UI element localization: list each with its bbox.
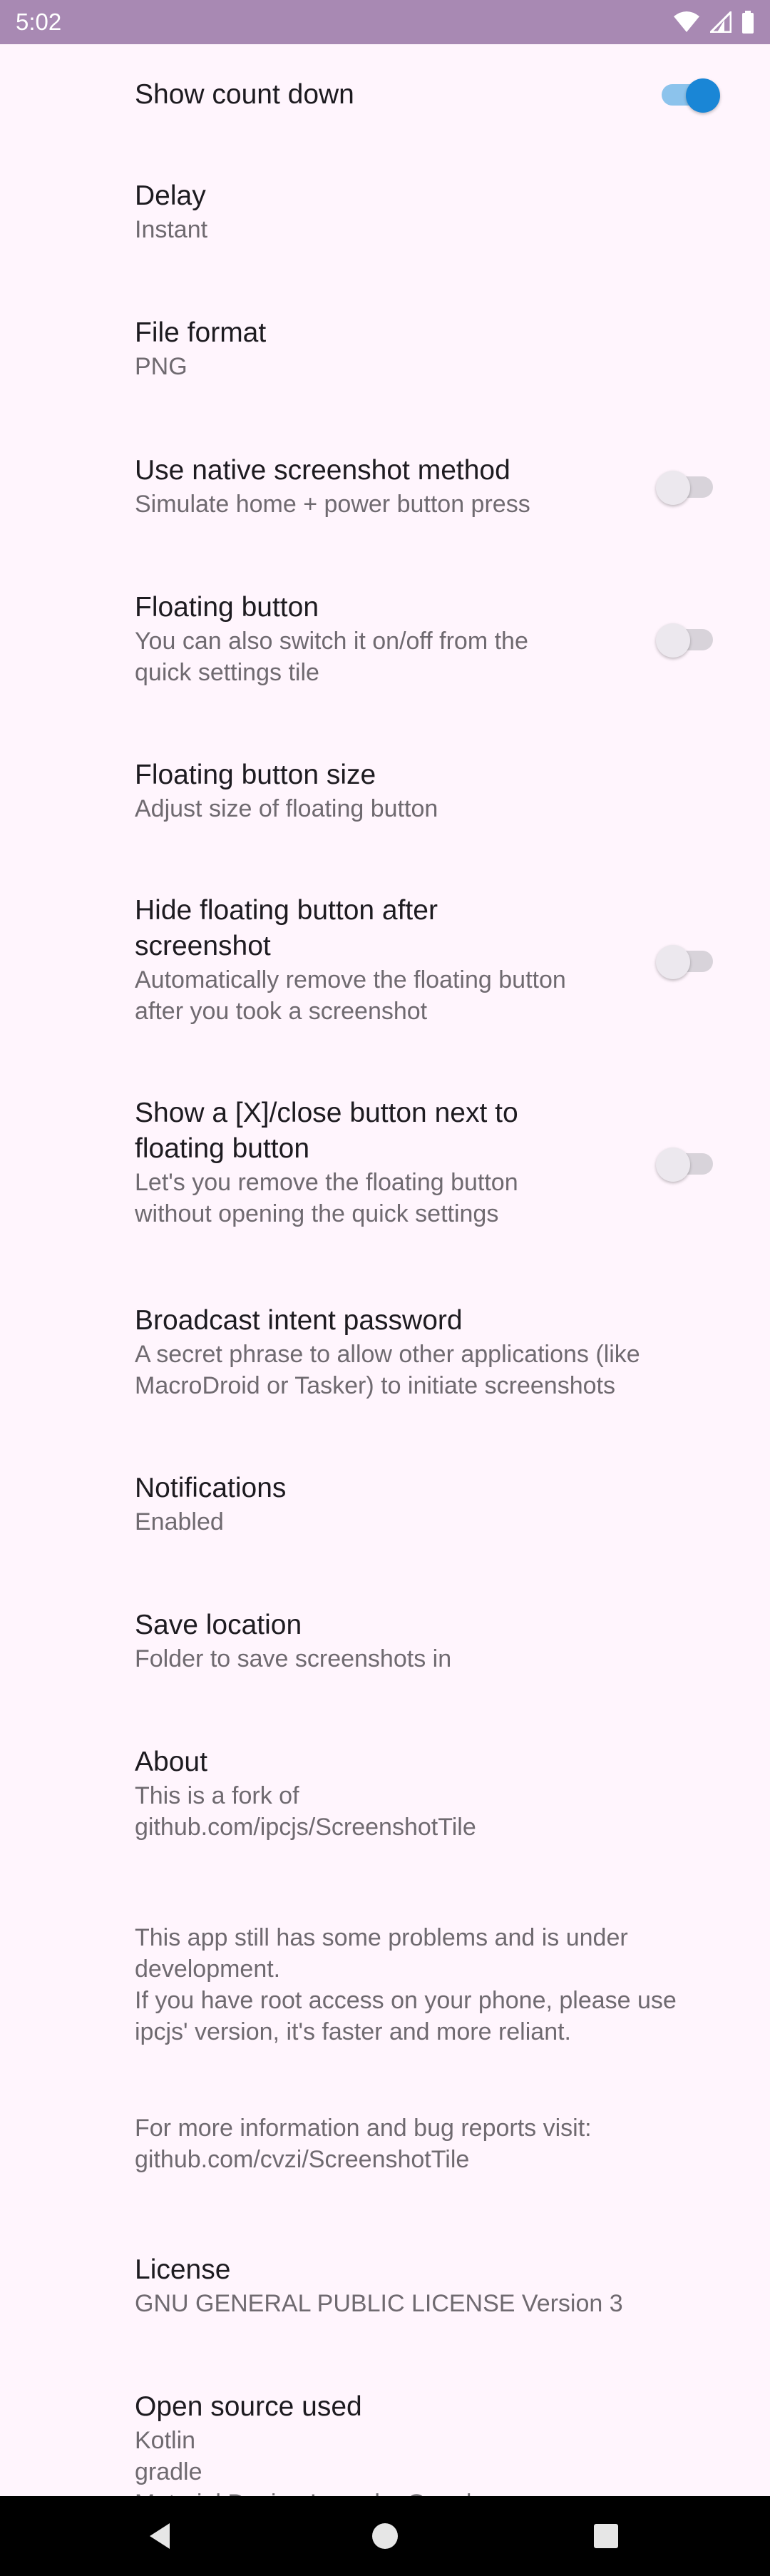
home-icon[interactable]	[365, 2516, 405, 2556]
pref-summary: PNG	[135, 353, 188, 380]
status-time: 5:02	[16, 9, 62, 35]
pref-show-close-button[interactable]: Show a [X]/close button next to floating…	[135, 1095, 613, 1230]
show-count-down-switch[interactable]	[656, 77, 720, 113]
switch-thumb	[656, 1148, 690, 1182]
wifi-icon	[674, 11, 699, 32]
pref-summary: Adjust size of floating button	[135, 795, 438, 822]
pref-license[interactable]: License GNU GENERAL PUBLIC LICENSE Versi…	[135, 2252, 770, 2319]
floating-button-switch[interactable]	[656, 622, 719, 658]
pref-broadcast-intent-password[interactable]: Broadcast intent password A secret phras…	[135, 1303, 770, 1401]
pref-summary: Enabled	[135, 1508, 224, 1535]
cellular-signal-icon	[710, 11, 732, 33]
show-close-button-switch[interactable]	[656, 1146, 719, 1182]
pref-summary: Instant	[135, 216, 208, 243]
pref-file-format[interactable]: File format PNG	[135, 315, 770, 382]
status-bar: 5:02	[0, 0, 770, 44]
pref-about[interactable]: About This is a fork of github.com/ipcjs…	[135, 1744, 770, 1843]
pref-summary: A secret phrase to allow other applicati…	[135, 1341, 640, 1399]
pref-title: Show a [X]/close button next to floating…	[135, 1098, 518, 1164]
switch-thumb	[656, 471, 690, 505]
pref-title: Open source used	[135, 2391, 362, 2422]
pref-development-note[interactable]: This app still has some problems and is …	[135, 1922, 770, 2048]
pref-title: File format	[135, 317, 267, 348]
pref-summary: GNU GENERAL PUBLIC LICENSE Version 3	[135, 2290, 623, 2317]
pref-summary: Let's you remove the floating button wit…	[135, 1169, 518, 1227]
pref-hide-floating-button[interactable]: Hide floating button after screenshot Au…	[135, 893, 613, 1027]
pref-title: Hide floating button after screenshot	[135, 895, 438, 961]
pref-title: Notifications	[135, 1473, 287, 1503]
pref-title: License	[135, 2254, 231, 2285]
pref-title: Floating button size	[135, 760, 376, 790]
battery-icon	[742, 11, 754, 34]
switch-thumb	[686, 78, 720, 113]
pref-save-location[interactable]: Save location Folder to save screenshots…	[135, 1608, 770, 1675]
pref-notifications[interactable]: Notifications Enabled	[135, 1471, 770, 1538]
status-icons	[673, 7, 754, 37]
pref-summary: For more information and bug reports vis…	[135, 2115, 592, 2173]
pref-delay[interactable]: Delay Instant	[135, 178, 770, 245]
pref-summary: This is a fork of github.com/ipcjs/Scree…	[135, 1782, 476, 1841]
back-icon[interactable]	[140, 2516, 180, 2556]
pref-title: Floating button	[135, 592, 319, 623]
switch-thumb	[656, 623, 690, 658]
pref-title: About	[135, 1747, 207, 1777]
recents-icon[interactable]	[586, 2516, 626, 2556]
pref-summary: Automatically remove the floating button…	[135, 966, 566, 1025]
navigation-bar	[0, 2496, 770, 2576]
pref-floating-button-size[interactable]: Floating button size Adjust size of floa…	[135, 757, 770, 824]
pref-title: Broadcast intent password	[135, 1305, 463, 1336]
pref-title: Delay	[135, 180, 206, 211]
pref-title: Save location	[135, 1610, 302, 1640]
pref-summary: This app still has some problems and is …	[135, 1924, 677, 2045]
hide-floating-button-switch[interactable]	[656, 944, 719, 979]
switch-thumb	[656, 945, 690, 979]
pref-summary: Folder to save screenshots in	[135, 1645, 452, 1672]
native-screenshot-switch[interactable]	[656, 469, 719, 505]
pref-bug-reports[interactable]: For more information and bug reports vis…	[135, 2112, 770, 2175]
